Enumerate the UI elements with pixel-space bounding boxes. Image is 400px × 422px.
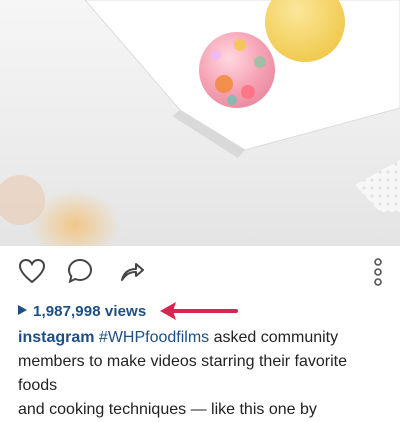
caption-hashtag[interactable]: #WHPfoodfilms [99, 329, 209, 346]
view-count[interactable]: 1,987,998 views [18, 303, 146, 320]
caption-text-3: and cooking techniques — like this one b… [18, 401, 317, 418]
comment-icon[interactable] [66, 257, 94, 285]
action-bar [0, 246, 400, 298]
post-caption: instagram #WHPfoodfilms asked community … [18, 326, 388, 422]
annotation-arrow-icon [160, 302, 238, 320]
caption-text-2: members to make videos starring their fa… [18, 353, 348, 394]
view-count-label: 1,987,998 views [33, 303, 147, 320]
heart-icon[interactable] [18, 258, 46, 284]
video-frame-image [0, 0, 400, 246]
more-vertical-icon[interactable] [372, 258, 384, 288]
video-player[interactable] [0, 0, 400, 246]
play-icon [18, 305, 27, 315]
caption-username[interactable]: instagram [18, 329, 94, 346]
share-icon[interactable] [118, 258, 146, 284]
caption-text-1: asked community [209, 329, 339, 346]
